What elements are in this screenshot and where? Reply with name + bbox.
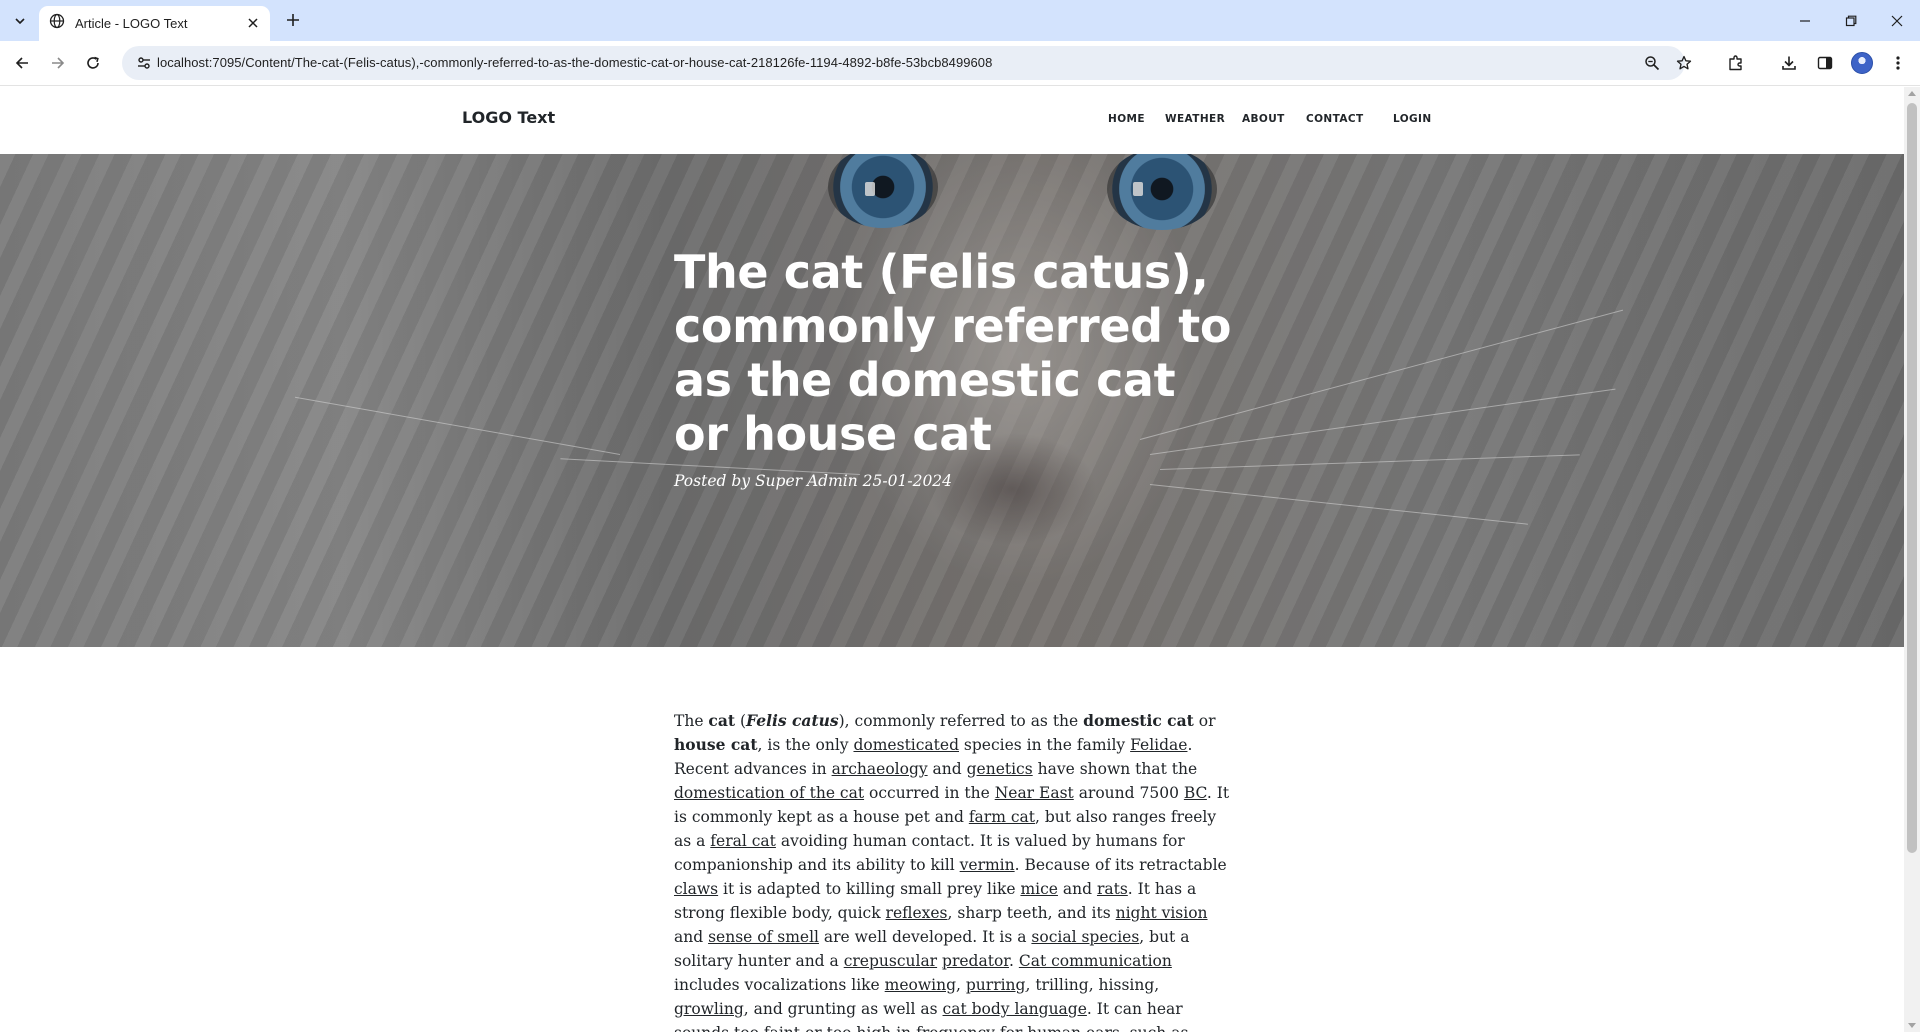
link-night-vision[interactable]: night vision [1116,904,1208,922]
link-growling[interactable]: growling [674,1000,744,1018]
window-close-icon[interactable] [1874,0,1920,41]
bold-text: house cat [674,735,758,754]
vertical-scrollbar[interactable] [1904,87,1920,1032]
link-claws[interactable]: claws [674,880,718,898]
link-cat-communication[interactable]: Cat communication [1019,952,1172,970]
scroll-down-arrow[interactable] [1908,1023,1916,1028]
nav-contact[interactable]: CONTACT [1306,113,1364,125]
link-archaeology[interactable]: archaeology [832,760,928,778]
text: around 7500 [1073,784,1184,802]
download-icon[interactable] [1775,49,1803,77]
nav-weather[interactable]: WEATHER [1165,113,1225,125]
star-icon[interactable] [1672,51,1696,75]
link-domesticated[interactable]: domesticated [853,736,959,754]
link-bc[interactable]: BC [1184,784,1207,802]
text: occurred in the [864,784,995,802]
link-cat-body-language[interactable]: cat body language [943,1000,1087,1018]
bold-text: cat [708,711,736,730]
link-reflexes[interactable]: reflexes [886,904,948,922]
site-info-icon[interactable] [132,51,156,75]
address-bar[interactable]: localhost:7095/Content/The-cat-(Felis-ca… [122,46,1692,80]
minimize-icon[interactable] [1782,0,1828,41]
scroll-thumb[interactable] [1907,103,1917,853]
bold-text: domestic cat [1083,711,1194,730]
extensions-icon[interactable] [1722,49,1750,77]
text: species in the family [959,736,1131,754]
text: or [1193,712,1216,730]
restore-icon[interactable] [1828,0,1874,41]
page-viewport: LOGO Text HOME WEATHER ABOUT CONTACT LOG… [0,87,1904,1032]
link-social-species[interactable]: social species [1031,928,1139,946]
site-logo[interactable]: LOGO Text [462,108,555,127]
link-meowing[interactable]: meowing [885,976,956,994]
link-frequency[interactable]: frequency [916,1024,995,1032]
url-text: localhost:7095/Content/The-cat-(Felis-ca… [157,55,993,70]
link-mice[interactable]: mice [1020,880,1058,898]
text: have shown that the [1032,760,1198,778]
text: . Because of its retractable [1014,856,1227,874]
side-panel-icon[interactable] [1811,49,1839,77]
text: , trilling, hissing, [1025,976,1160,994]
zoom-icon[interactable] [1640,51,1664,75]
plus-icon [287,14,299,26]
forward-icon[interactable] [44,49,72,77]
profile-avatar[interactable] [1851,52,1873,74]
close-icon[interactable] [244,14,262,32]
link-felidae[interactable]: Felidae [1130,736,1187,754]
link-rats[interactable]: rats [1097,880,1128,898]
link-feral-cat[interactable]: feral cat [710,832,776,850]
link-predator[interactable]: predator [942,952,1009,970]
reload-icon[interactable] [79,49,107,77]
hero-banner: The cat (Felis catus), commonly referred… [0,154,1904,647]
article-body: The cat (Felis catus), commonly referred… [674,709,1234,1032]
nav-about[interactable]: ABOUT [1242,113,1285,125]
link-purring[interactable]: purring [966,976,1026,994]
browser-tab[interactable]: Article - LOGO Text [39,6,270,41]
globe-icon [49,13,65,34]
text: and [674,928,709,946]
text: , is the only [757,736,854,754]
text: . [1008,952,1019,970]
bold-italic-text: Felis catus [746,711,839,730]
link-sense-of-smell[interactable]: sense of smell [708,928,819,946]
tab-title: Article - LOGO Text [75,16,188,31]
new-tab-button[interactable] [281,8,305,32]
text: , [956,976,966,994]
kebab-menu-icon[interactable] [1884,49,1912,77]
text: are well developed. It is a [818,928,1032,946]
post-title: The cat (Felis catus), commonly referred… [674,245,1232,461]
text: it is adapted to killing small prey like [718,880,1021,898]
link-farm-cat[interactable]: farm cat [969,808,1035,826]
scroll-up-arrow[interactable] [1908,91,1916,96]
link-domestication-of-the-cat[interactable]: domestication of the cat [674,784,864,802]
text: ( [735,712,747,730]
hero-content: The cat (Felis catus), commonly referred… [674,245,1234,490]
text: includes vocalizations like [674,976,885,994]
tab-strip: Article - LOGO Text [0,0,1920,41]
text: , sharp teeth, and its [947,904,1116,922]
text: and [1057,880,1097,898]
text: ), commonly referred to as the [838,712,1084,730]
browser-toolbar: localhost:7095/Content/The-cat-(Felis-ca… [0,41,1920,86]
link-near-east[interactable]: Near East [995,784,1074,802]
link-vermin[interactable]: vermin [960,856,1015,874]
link-genetics[interactable]: genetics [967,760,1033,778]
text: and [927,760,967,778]
nav-home[interactable]: HOME [1108,113,1145,125]
post-meta: Posted by Super Admin 25-01-2024 [674,472,953,490]
site-navbar: LOGO Text HOME WEATHER ABOUT CONTACT LOG… [0,87,1904,154]
nav-login[interactable]: LOGIN [1393,113,1432,125]
link-crepuscular[interactable]: crepuscular [844,952,937,970]
text: The [674,712,709,730]
tab-search-icon[interactable] [8,9,32,33]
text: , and grunting as well as [743,1000,943,1018]
article-paragraph: The cat (Felis catus), commonly referred… [674,709,1234,1032]
back-icon[interactable] [8,49,36,77]
